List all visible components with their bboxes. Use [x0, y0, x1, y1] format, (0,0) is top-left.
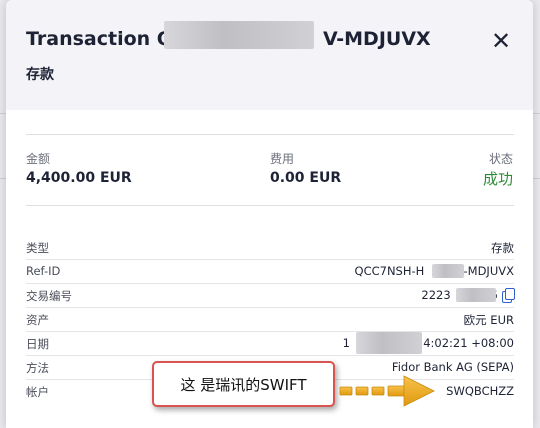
- ref-id-label: Ref-ID: [26, 264, 61, 278]
- status-label: 状态: [488, 152, 513, 166]
- annotation-arrow: [339, 375, 435, 407]
- type-label: 类型: [26, 241, 49, 255]
- modal-subtitle: 存款: [26, 67, 54, 83]
- redaction-ref-id: [432, 264, 464, 278]
- type-value: 存款: [491, 241, 514, 255]
- fee-label: 费用: [270, 152, 295, 166]
- trade-no-label: 交易编号: [26, 289, 72, 303]
- divider: [26, 205, 514, 206]
- redaction-date: [356, 332, 422, 354]
- detail-row-date: 日期 1 24:02:21 +08:00: [26, 332, 514, 356]
- detail-row-ref-id: Ref-ID QCC7NSH-H V-MDJUVX: [26, 260, 514, 284]
- annotation-callout: 这 是瑞讯的SWIFT: [152, 361, 335, 407]
- date-label: 日期: [26, 337, 49, 351]
- redaction-trade-no: [456, 288, 496, 302]
- title-suffix: V-MDJUVX: [322, 28, 431, 50]
- asset-label: 资产: [26, 313, 49, 327]
- detail-row-asset: 资产 欧元 EUR: [26, 308, 514, 332]
- close-button[interactable]: ✕: [486, 26, 516, 56]
- account-value: SWQBCHZZ: [446, 384, 514, 398]
- asset-value: 欧元 EUR: [463, 313, 514, 327]
- title-prefix: Transaction Q: [26, 28, 173, 50]
- amount-label: 金额: [26, 152, 51, 166]
- fee-value: 0.00 EUR: [270, 170, 342, 186]
- method-label: 方法: [26, 361, 49, 375]
- amount-value: 4,400.00 EUR: [26, 170, 132, 186]
- status-value: 成功: [482, 170, 513, 188]
- account-label: 帐户: [26, 385, 49, 399]
- divider: [26, 134, 514, 135]
- detail-row-trade-no: 交易编号 22235: [26, 284, 515, 308]
- copy-icon[interactable]: [502, 288, 515, 303]
- detail-row-type: 类型 存款: [26, 236, 514, 260]
- redaction-title: [164, 21, 314, 49]
- modal-header: Transaction Q V-MDJUVX 存款 ✕: [6, 0, 533, 110]
